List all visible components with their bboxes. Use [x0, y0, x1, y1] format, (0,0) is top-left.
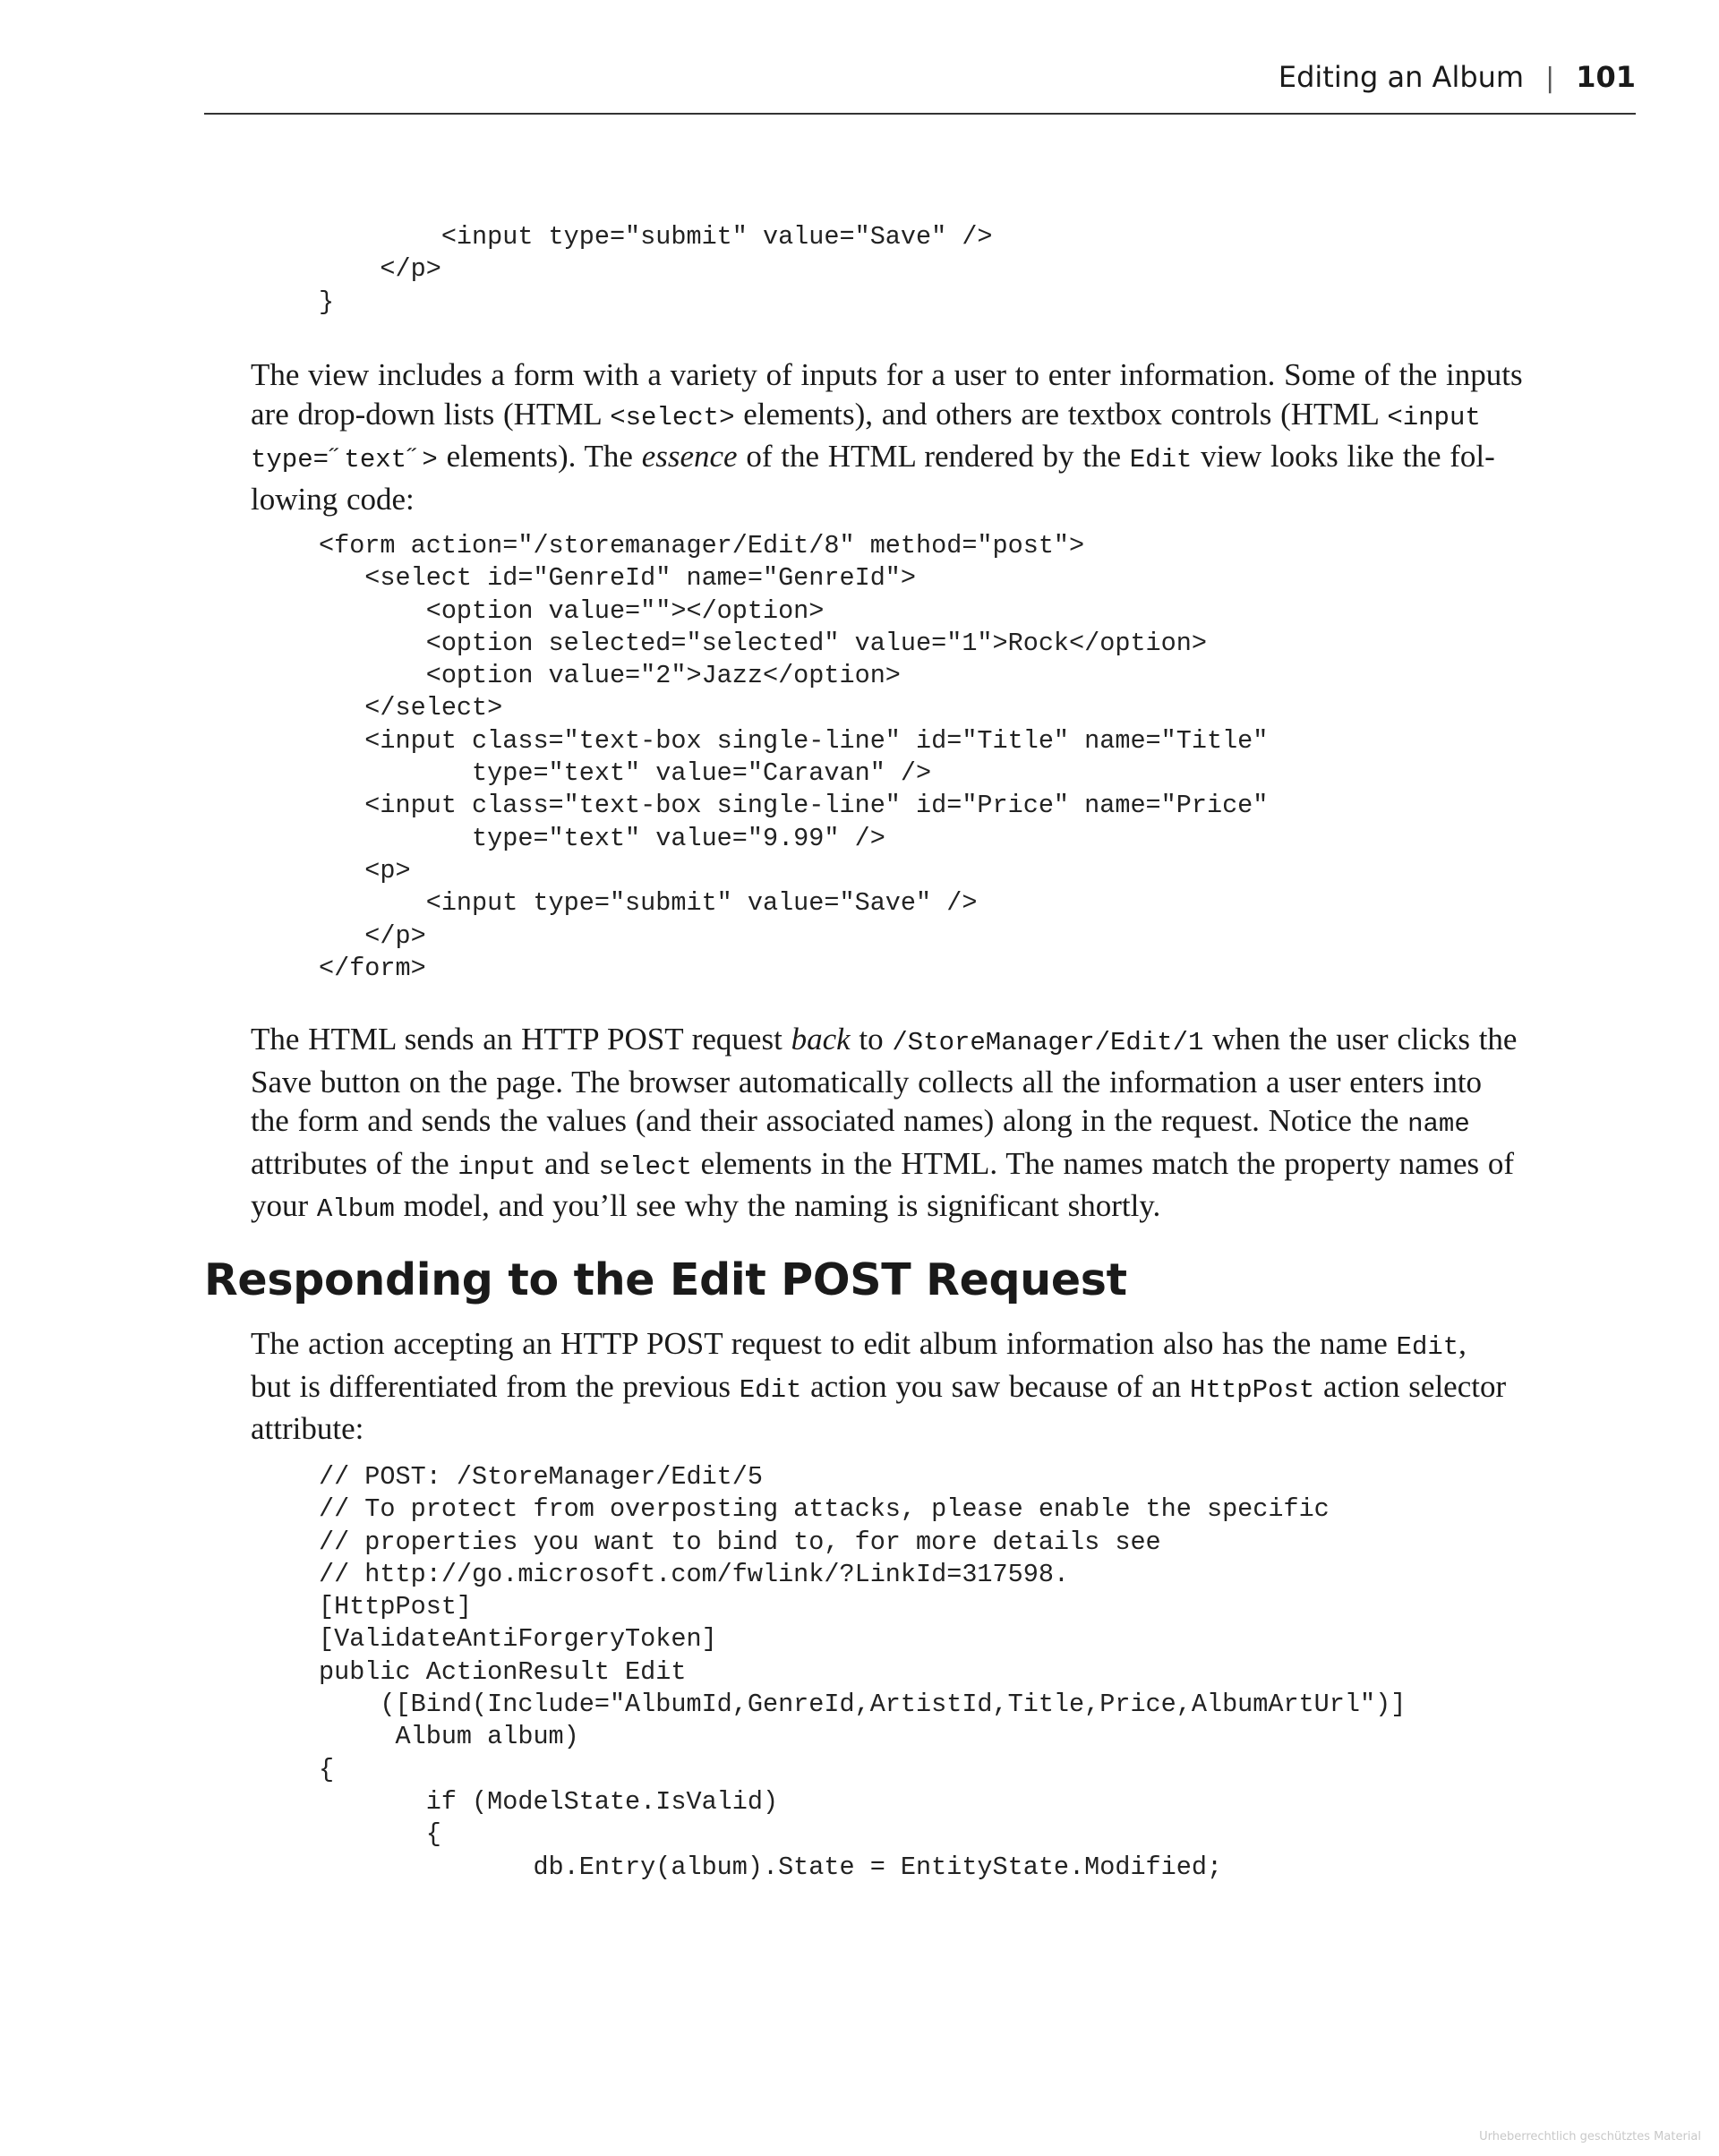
text-run: attributes of the — [251, 1145, 458, 1181]
text-run: elements in the HTML. The names match th… — [691, 1145, 1515, 1181]
page-number: 101 — [1576, 60, 1636, 94]
text-run: and — [535, 1145, 599, 1181]
code-line: <input class="text-box single-line" id="… — [319, 725, 1269, 756]
section-heading: Responding to the Edit POST Request — [204, 1254, 1127, 1305]
text-line: your Album model, and you’ll see why the… — [251, 1186, 1647, 1229]
code-line: <form action="/storemanager/Edit/8" meth… — [319, 531, 1085, 560]
text-run: , — [1458, 1326, 1467, 1361]
text-run: elements). The — [437, 439, 642, 475]
text-run: to — [850, 1022, 893, 1057]
paragraph-edit-action: The action accepting an HTTP POST reques… — [251, 1324, 1647, 1449]
inline-code: select — [598, 1151, 692, 1182]
inline-code: Edit — [1396, 1332, 1459, 1362]
text-line: the form and sends the values (and their… — [251, 1101, 1647, 1144]
code-line: </form> — [319, 953, 426, 983]
code-line: // http://go.microsoft.com/fwlink/?LinkI… — [319, 1559, 1070, 1589]
inline-code: input — [458, 1151, 536, 1182]
text-run: your — [251, 1188, 317, 1224]
inline-code: type=˝text˝> — [251, 445, 438, 475]
code-line: <option value="2">Jazz</option> — [319, 661, 901, 691]
text-run: are drop-down lists (HTML — [251, 396, 611, 432]
code-line: type="text" value="Caravan" /> — [319, 758, 932, 789]
code-line: db.Entry(album).State = EntityState.Modi… — [319, 1852, 1223, 1882]
code-line: Album album) — [319, 1722, 579, 1752]
inline-code: <input — [1387, 402, 1481, 432]
code-line: <select id="GenreId" name="GenreId"> — [319, 563, 917, 594]
inline-code: Album — [316, 1194, 395, 1225]
text-run: action you saw because of an — [801, 1368, 1191, 1404]
inline-code: /StoreManager/Edit/1 — [892, 1028, 1204, 1057]
inline-code: HttpPost — [1190, 1374, 1315, 1405]
text-run: view looks like the fol- — [1192, 439, 1495, 475]
inline-code: name — [1407, 1109, 1470, 1140]
text-run: The action accepting an HTTP POST reques… — [251, 1326, 1397, 1361]
code-line: { — [319, 1754, 335, 1784]
code-line: </p> — [319, 254, 441, 285]
text-line: The view includes a form with a variety … — [251, 357, 1523, 392]
code-line: public ActionResult Edit — [319, 1656, 687, 1687]
code-line: <p> — [319, 855, 411, 886]
header-separator: | — [1545, 63, 1555, 94]
running-header: Editing an Album | 101 — [1279, 56, 1636, 100]
book-page: Editing an Album | 101 <input type="submit… — [0, 0, 1719, 2156]
text-run: action selector — [1314, 1368, 1507, 1404]
code-line: { — [319, 1819, 441, 1850]
paragraph-view-form: The view includes a form with a variety … — [251, 355, 1647, 518]
text-line: but is differentiated from the previous … — [251, 1367, 1647, 1410]
code-line: // POST: /StoreManager/Edit/5 — [319, 1462, 763, 1492]
inline-code: <select> — [610, 402, 735, 432]
code-block-html-form: <form action="/storemanager/Edit/8" meth… — [319, 530, 1268, 985]
code-line: [HttpPost] — [319, 1592, 473, 1622]
code-line: } — [319, 287, 335, 317]
text-line: Save button on the page. The browser aut… — [251, 1064, 1483, 1099]
text-run: when the user clicks the — [1203, 1022, 1518, 1057]
text-run: model, and you’ll see why the naming is … — [394, 1188, 1161, 1224]
text-run: the form and sends the values (and their… — [251, 1103, 1408, 1139]
inline-code: Edit — [1129, 445, 1193, 475]
text-line: The HTML sends an HTTP POST request back… — [251, 1020, 1647, 1063]
code-line: <input class="text-box single-line" id="… — [319, 791, 1269, 821]
copyright-watermark: Urheberrechtlich geschütztes Material — [1479, 2130, 1701, 2143]
text-run: elements), and others are textbox contro… — [734, 396, 1388, 432]
code-line: // properties you want to bind to, for m… — [319, 1527, 1161, 1557]
emphasis: essence — [641, 439, 738, 475]
text-line: attributes of the input and select eleme… — [251, 1144, 1647, 1187]
code-block-edit-action: // POST: /StoreManager/Edit/5 // To prot… — [319, 1461, 1406, 1884]
code-line: [ValidateAntiForgeryToken] — [319, 1624, 717, 1655]
text-line: attribute: — [251, 1411, 364, 1447]
text-line: type=˝text˝> elements). The essence of t… — [251, 437, 1647, 480]
code-line: </p> — [319, 920, 426, 951]
emphasis: back — [791, 1022, 851, 1057]
text-run: but is differentiated from the previous — [251, 1368, 740, 1404]
text-run: of the HTML rendered by the — [737, 439, 1130, 475]
code-block-submit-tail: <input type="submit" value="Save" /> </p… — [319, 221, 993, 319]
text-line: The action accepting an HTTP POST reques… — [251, 1324, 1647, 1367]
code-line: ([Bind(Include="AlbumId,GenreId,ArtistId… — [319, 1690, 1407, 1720]
code-line: <option value=""></option> — [319, 595, 825, 626]
paragraph-http-post: The HTML sends an HTTP POST request back… — [251, 1020, 1647, 1229]
text-line: lowing code: — [251, 481, 415, 517]
code-line: <option selected="selected" value="1">Ro… — [319, 628, 1207, 658]
text-line: are drop-down lists (HTML <select> eleme… — [251, 395, 1647, 438]
code-line: <input type="submit" value="Save" /> — [319, 222, 993, 252]
chapter-title: Editing an Album — [1278, 60, 1525, 94]
inline-code: Edit — [739, 1374, 802, 1405]
code-line: type="text" value="9.99" /> — [319, 823, 885, 853]
code-line: // To protect from overposting attacks, … — [319, 1494, 1330, 1525]
header-rule — [204, 113, 1636, 115]
code-line: </select> — [319, 693, 503, 723]
code-line: if (ModelState.IsValid) — [319, 1786, 779, 1817]
text-run: The HTML sends an HTTP POST request — [251, 1022, 791, 1057]
code-line: <input type="submit" value="Save" /> — [319, 888, 978, 919]
